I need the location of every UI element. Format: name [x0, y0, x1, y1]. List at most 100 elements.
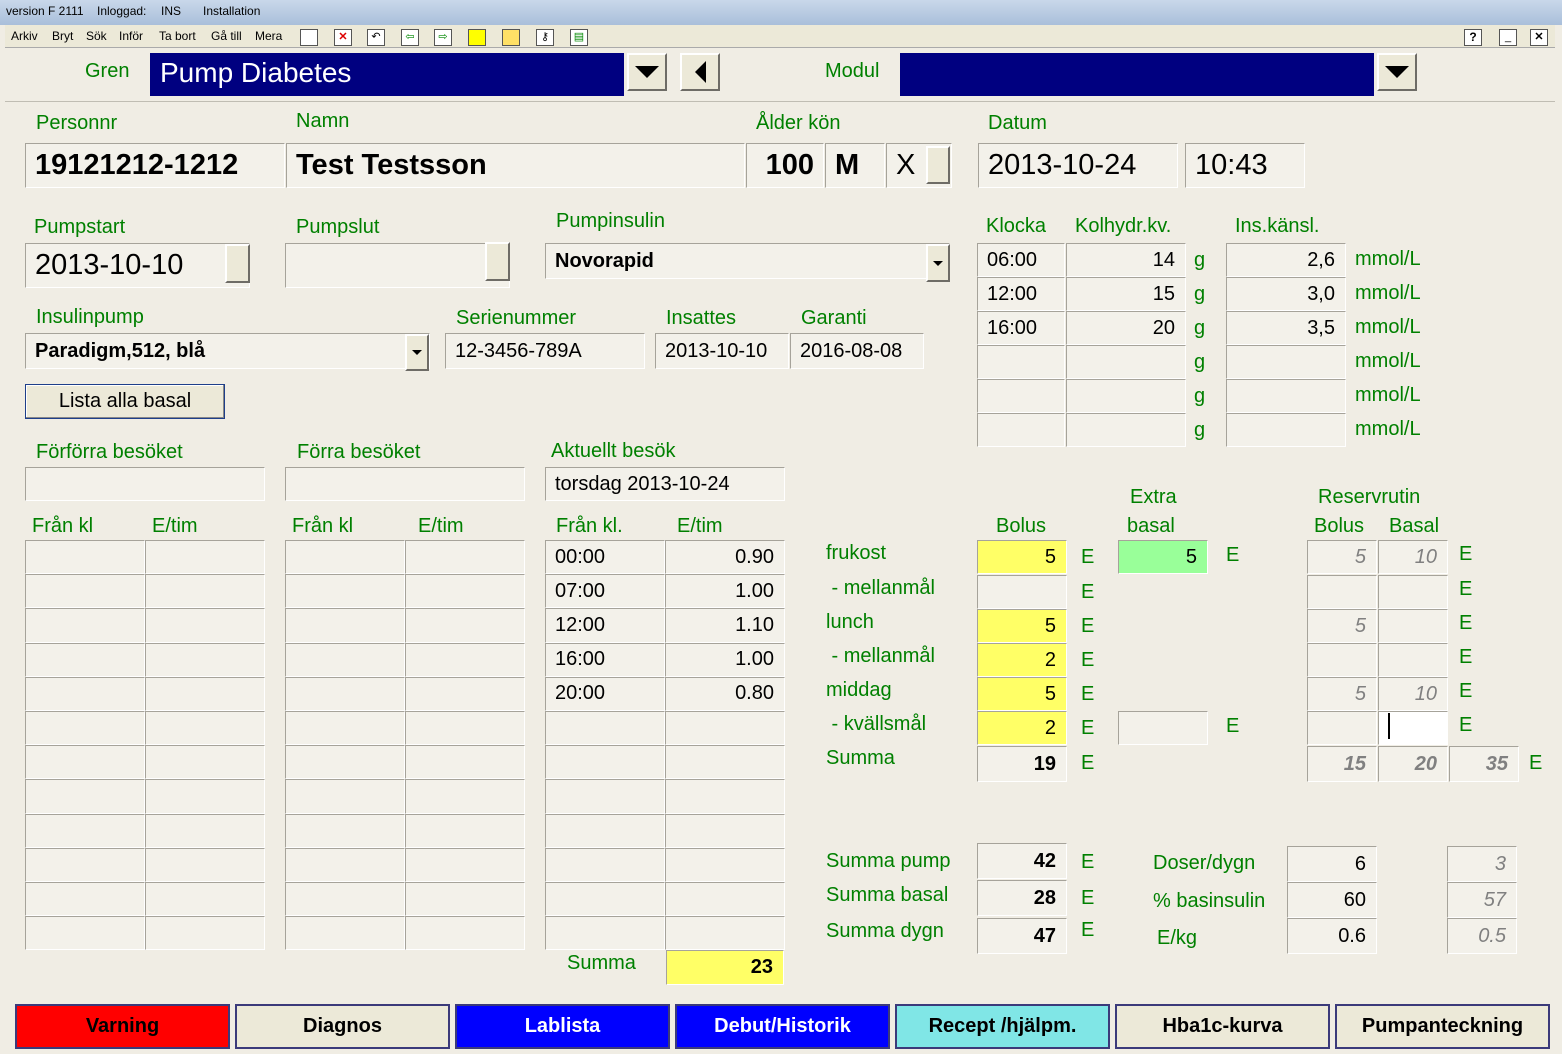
kon-field[interactable]: M: [825, 143, 885, 188]
basal-etim-cell[interactable]: [665, 813, 785, 848]
menu-bryt[interactable]: Bryt: [52, 29, 73, 43]
basal-etim-cell[interactable]: 0.80: [665, 676, 785, 711]
basal-fran-cell[interactable]: [545, 779, 665, 814]
basal-etim-cell[interactable]: [145, 540, 265, 575]
basal-fran-cell[interactable]: [285, 710, 405, 746]
basal-fran-cell[interactable]: [25, 847, 145, 882]
basal-fran-cell[interactable]: 00:00: [545, 540, 665, 575]
back-icon[interactable]: ⇦: [401, 29, 419, 46]
close-icon[interactable]: ✕: [1530, 29, 1548, 46]
reserv-basal-cell[interactable]: [1378, 609, 1448, 643]
basal-etim-cell[interactable]: [405, 540, 525, 575]
ins-kansl-cell[interactable]: [1226, 413, 1346, 447]
reserv-basal-cell[interactable]: [1378, 575, 1448, 609]
basal-etim-cell[interactable]: [405, 813, 525, 848]
basal-etim-cell[interactable]: [145, 608, 265, 643]
new-document-icon[interactable]: [300, 29, 318, 46]
bolus-cell[interactable]: 5: [977, 540, 1067, 574]
basal-etim-cell[interactable]: [145, 847, 265, 882]
reserv-bolus-cell[interactable]: [1307, 575, 1377, 609]
basal-etim-cell[interactable]: [145, 813, 265, 848]
basal-etim-cell[interactable]: [665, 881, 785, 917]
basal-fran-cell[interactable]: 07:00: [545, 574, 665, 609]
aktuellt-date-field[interactable]: torsdag 2013-10-24: [545, 467, 785, 501]
ins-kansl-cell[interactable]: [1226, 379, 1346, 413]
klocka-cell[interactable]: [977, 345, 1065, 379]
forforra-date-field[interactable]: [25, 467, 265, 501]
bottom-button-varning[interactable]: Varning: [15, 1004, 230, 1049]
bottom-button-debut-historik[interactable]: Debut/Historik: [675, 1004, 890, 1049]
basal-fran-cell[interactable]: [285, 540, 405, 575]
summa-basal-field[interactable]: 28: [977, 880, 1067, 916]
ins-kansl-cell[interactable]: [1226, 345, 1346, 379]
basal-etim-cell[interactable]: [405, 916, 525, 951]
basal-fran-cell[interactable]: [25, 916, 145, 951]
tid-field[interactable]: 10:43: [1185, 143, 1305, 188]
delete-icon[interactable]: ✕: [334, 29, 352, 46]
basal-etim-cell[interactable]: [145, 779, 265, 814]
basal-etim-cell[interactable]: 1.00: [665, 642, 785, 677]
basal-etim-cell[interactable]: [665, 745, 785, 780]
datum-field[interactable]: 2013-10-24: [978, 143, 1178, 188]
basal-fran-cell[interactable]: [25, 710, 145, 746]
help-icon[interactable]: ?: [1464, 29, 1482, 46]
namn-field[interactable]: Test Testsson: [286, 143, 745, 188]
menu-mera[interactable]: Mera: [255, 29, 282, 43]
basal-summa-field[interactable]: 23: [666, 950, 784, 985]
basal-fran-cell[interactable]: [25, 540, 145, 575]
basal-fran-cell[interactable]: [25, 574, 145, 609]
bolus-cell[interactable]: [977, 575, 1067, 609]
forra-date-field[interactable]: [285, 467, 525, 501]
calendar-icon[interactable]: [502, 29, 520, 46]
doser-reserv-field[interactable]: 3: [1447, 846, 1517, 882]
basal-etim-cell[interactable]: [405, 676, 525, 711]
alder-field[interactable]: 100: [746, 143, 824, 188]
basinsulin-reserv-field[interactable]: 57: [1447, 882, 1517, 918]
basal-etim-cell[interactable]: [145, 710, 265, 746]
basal-etim-cell[interactable]: [665, 916, 785, 951]
pumpstart-field[interactable]: 2013-10-10: [25, 243, 250, 288]
kolhydrat-cell[interactable]: 14: [1066, 243, 1186, 277]
basinsulin-field[interactable]: 60: [1287, 882, 1377, 918]
basal-fran-cell[interactable]: [545, 710, 665, 746]
bottom-button-pumpanteckning[interactable]: Pumpanteckning: [1335, 1004, 1550, 1049]
kolhydrat-cell[interactable]: [1066, 345, 1186, 379]
reserv-bolus-cell[interactable]: [1307, 711, 1377, 745]
bottom-button-hba1c-kurva[interactable]: Hba1c-kurva: [1115, 1004, 1330, 1049]
pumpinsulin-dropdown-button[interactable]: [926, 244, 950, 282]
basal-etim-cell[interactable]: [145, 676, 265, 711]
basal-fran-cell[interactable]: [285, 676, 405, 711]
modul-field[interactable]: [900, 53, 1374, 96]
ins-kansl-cell[interactable]: 3,5: [1226, 311, 1346, 345]
basal-fran-cell[interactable]: 16:00: [545, 642, 665, 677]
bolus-cell[interactable]: 2: [977, 711, 1067, 745]
ins-kansl-cell[interactable]: 2,6: [1226, 243, 1346, 277]
basal-etim-cell[interactable]: [405, 642, 525, 677]
basal-fran-cell[interactable]: [285, 745, 405, 780]
basal-etim-cell[interactable]: [145, 916, 265, 951]
basal-fran-cell[interactable]: [285, 642, 405, 677]
basal-fran-cell[interactable]: [285, 916, 405, 951]
forward-icon[interactable]: ⇨: [434, 29, 452, 46]
basal-etim-cell[interactable]: [405, 574, 525, 609]
basal-etim-cell[interactable]: [405, 881, 525, 917]
note-icon[interactable]: [468, 29, 486, 46]
klocka-cell[interactable]: 12:00: [977, 277, 1065, 311]
basal-etim-cell[interactable]: [665, 847, 785, 882]
reserv-bolus-cell[interactable]: 5: [1307, 677, 1377, 711]
basal-fran-cell[interactable]: [545, 745, 665, 780]
kolhydrat-cell[interactable]: 15: [1066, 277, 1186, 311]
back-button[interactable]: [680, 53, 720, 91]
basal-fran-cell[interactable]: [25, 608, 145, 643]
basal-fran-cell[interactable]: [285, 608, 405, 643]
x-small-button[interactable]: [926, 146, 950, 184]
klocka-cell[interactable]: [977, 413, 1065, 447]
basal-etim-cell[interactable]: [665, 779, 785, 814]
basal-fran-cell[interactable]: [25, 676, 145, 711]
menu-arkiv[interactable]: Arkiv: [11, 29, 38, 43]
personnr-field[interactable]: 19121212-1212: [25, 143, 285, 188]
ins-kansl-cell[interactable]: 3,0: [1226, 277, 1346, 311]
key-icon[interactable]: ⚷: [536, 29, 554, 46]
basal-fran-cell[interactable]: [545, 847, 665, 882]
basal-fran-cell[interactable]: [25, 813, 145, 848]
